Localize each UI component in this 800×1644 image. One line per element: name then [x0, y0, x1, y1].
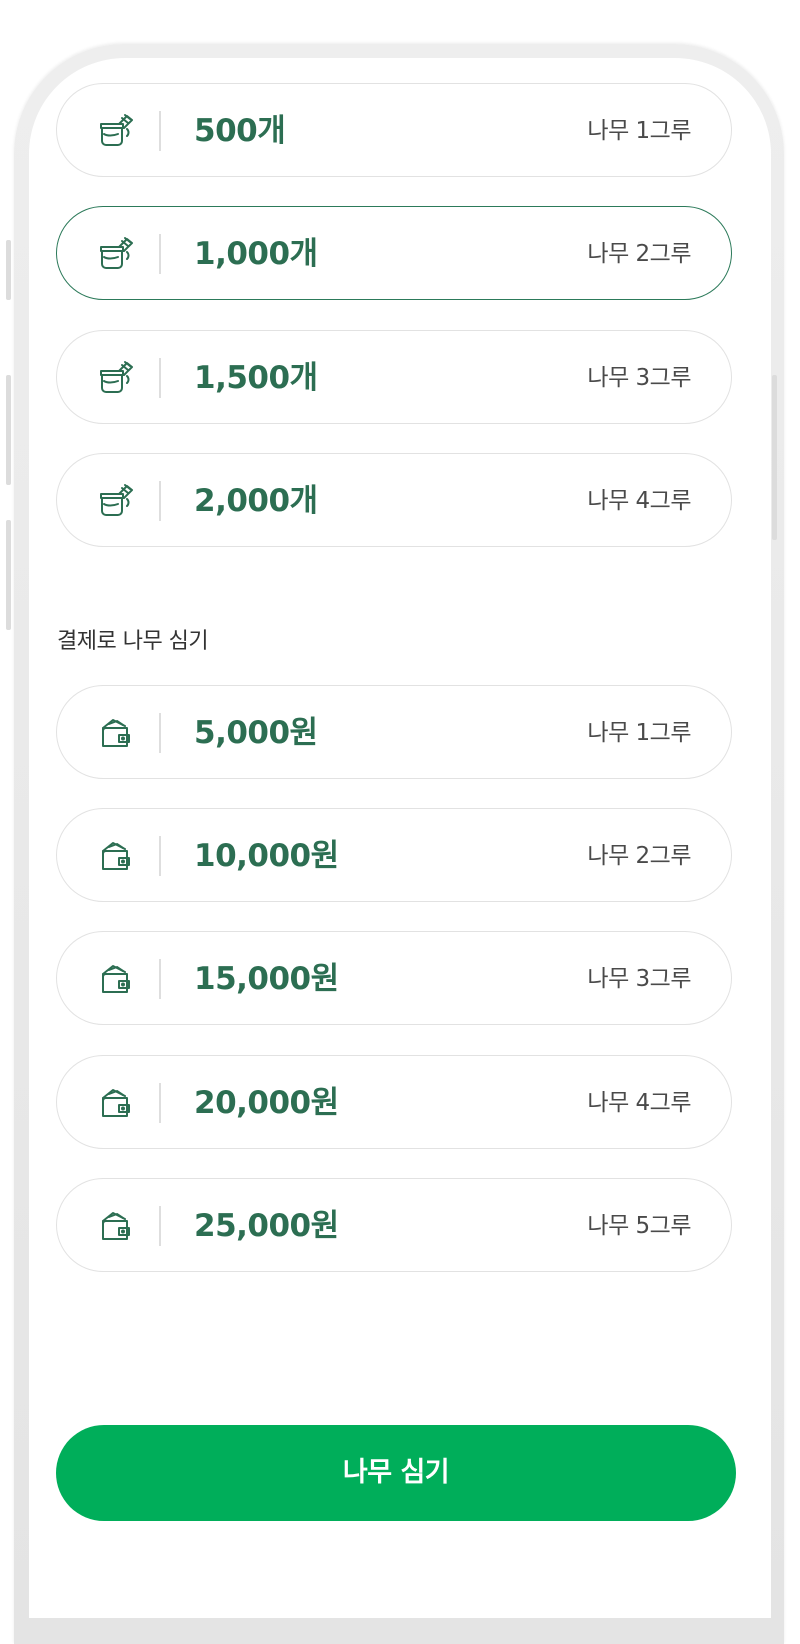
coin-jar-icon [100, 361, 133, 393]
option-amount: 10,000원 [194, 838, 339, 874]
phone-side-button [772, 375, 777, 540]
option-tree-count: 나무 1그루 [587, 118, 691, 144]
option-divider [159, 358, 161, 398]
option-tree-count: 나무 4그루 [587, 488, 691, 514]
option-amount: 5,000원 [194, 715, 318, 751]
phone-side-button [6, 240, 11, 300]
option-tree-count: 나무 3그루 [587, 365, 691, 391]
plant-tree-button[interactable]: 나무 심기 [56, 1425, 736, 1521]
payment-section-label: 결제로 나무 심기 [57, 629, 209, 654]
option-tree-count: 나무 2그루 [587, 843, 691, 869]
points-option-2000[interactable]: 2,000개 나무 4그루 [56, 453, 732, 547]
coin-jar-icon [100, 114, 133, 146]
option-amount: 1,000개 [194, 236, 318, 272]
option-divider [159, 481, 161, 521]
option-divider [159, 836, 161, 876]
option-amount: 20,000원 [194, 1085, 339, 1121]
option-tree-count: 나무 4그루 [587, 1090, 691, 1116]
phone-side-button [6, 375, 11, 485]
option-amount: 2,000개 [194, 483, 318, 519]
option-tree-count: 나무 5그루 [587, 1213, 691, 1239]
points-option-1500[interactable]: 1,500개 나무 3그루 [56, 330, 732, 424]
option-tree-count: 나무 3그루 [587, 966, 691, 992]
payment-option-5000[interactable]: 5,000원 나무 1그루 [56, 685, 732, 779]
option-divider [159, 234, 161, 274]
phone-side-button [6, 520, 11, 630]
payment-option-15000[interactable]: 15,000원 나무 3그루 [56, 931, 732, 1025]
payment-option-20000[interactable]: 20,000원 나무 4그루 [56, 1055, 732, 1149]
wallet-icon [102, 1212, 130, 1240]
payment-option-25000[interactable]: 25,000원 나무 5그루 [56, 1178, 732, 1272]
option-divider [159, 1083, 161, 1123]
option-amount: 500개 [194, 113, 286, 149]
points-option-500[interactable]: 500개 나무 1그루 [56, 83, 732, 177]
screen: 500개 나무 1그루 1,000개 나무 2그루 1,500개 나무 3그루 … [29, 58, 771, 1618]
option-divider [159, 111, 161, 151]
wallet-icon [102, 719, 130, 747]
coin-jar-icon [100, 237, 133, 269]
option-divider [159, 959, 161, 999]
option-divider [159, 713, 161, 753]
wallet-icon [102, 842, 130, 870]
points-option-1000[interactable]: 1,000개 나무 2그루 [56, 206, 732, 300]
option-divider [159, 1206, 161, 1246]
wallet-icon [102, 965, 130, 993]
payment-option-10000[interactable]: 10,000원 나무 2그루 [56, 808, 732, 902]
option-tree-count: 나무 1그루 [587, 720, 691, 746]
option-tree-count: 나무 2그루 [587, 241, 691, 267]
option-amount: 1,500개 [194, 360, 318, 396]
coin-jar-icon [100, 484, 133, 516]
wallet-icon [102, 1089, 130, 1117]
option-amount: 25,000원 [194, 1208, 339, 1244]
option-amount: 15,000원 [194, 961, 339, 997]
